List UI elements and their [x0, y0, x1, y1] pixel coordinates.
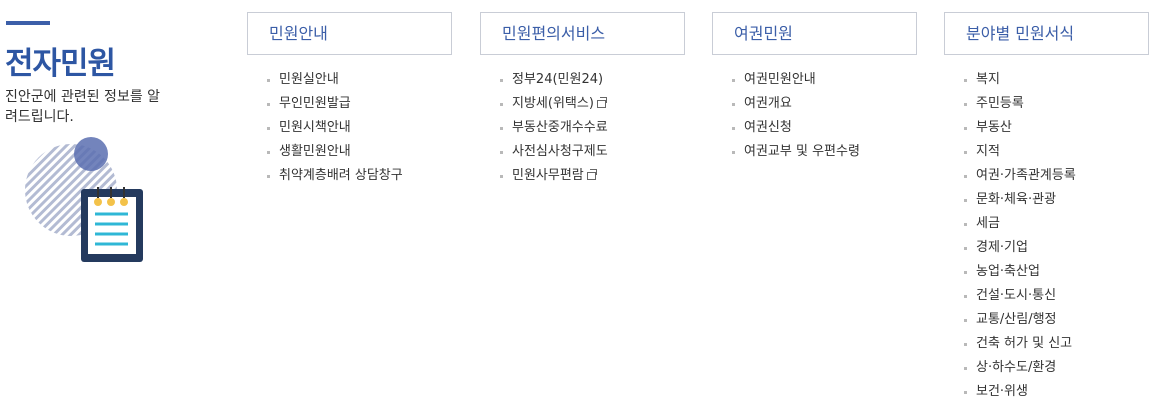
menu-item[interactable]: 복지	[944, 68, 1149, 92]
menu-item[interactable]: 민원시책안내	[247, 116, 452, 140]
menu-item[interactable]: 여권교부 및 우편수령	[712, 140, 917, 164]
page-title: 전자민원	[5, 46, 116, 82]
menu-item[interactable]: 여권민원안내	[712, 68, 917, 92]
menu-item-label: 여권민원안내	[744, 72, 816, 87]
menu-item[interactable]: 여권개요	[712, 92, 917, 116]
menu-item-label: 취약계층배려 상담창구	[279, 168, 403, 183]
menu-item-label: 민원시책안내	[279, 120, 351, 135]
page-description: 진안군에 관련된 정보를 알려드립니다.	[5, 89, 161, 125]
menu-item-label: 부동산중개수수료	[512, 120, 608, 135]
menu-item[interactable]: 부동산	[944, 116, 1149, 140]
menu-item-label: 여권·가족관계등록	[976, 168, 1076, 183]
menu-item[interactable]: 지적	[944, 140, 1149, 164]
menu-item[interactable]: 부동산중개수수료	[480, 116, 685, 140]
menu-item-label: 지적	[976, 144, 1000, 159]
menu-item[interactable]: 주민등록	[944, 92, 1149, 116]
menu-column: 민원편의서비스정부24(민원24) 지방세(위택스) 부동산중개수수료사전심사청구제…	[480, 12, 685, 188]
menu-list: 복지주민등록부동산지적여권·가족관계등록문화·체육·관광세금경제·기업농업·축산…	[944, 68, 1149, 404]
menu-item[interactable]: 건설·도시·통신	[944, 284, 1149, 308]
menu-list: 여권민원안내여권개요여권신청여권교부 및 우편수령	[712, 68, 917, 164]
menu-column: 여권민원여권민원안내여권개요여권신청여권교부 및 우편수령	[712, 12, 917, 164]
menu-item[interactable]: 세금	[944, 212, 1149, 236]
column-heading-link[interactable]: 민원안내	[247, 12, 452, 55]
menu-item[interactable]: 민원사무편람	[480, 164, 685, 188]
menu-item-label: 사전심사청구제도	[512, 144, 608, 159]
menu-item-label: 부동산	[976, 120, 1012, 135]
title-accent-bar	[6, 21, 50, 25]
menu-item-label: 민원실안내	[279, 72, 339, 87]
menu-column: 분야별 민원서식복지주민등록부동산지적여권·가족관계등록문화·체육·관광세금경제…	[944, 12, 1149, 404]
menu-list: 민원실안내무인민원발급민원시책안내생활민원안내취약계층배려 상담창구	[247, 68, 452, 188]
new-window-icon	[586, 169, 597, 180]
column-heading-link[interactable]: 여권민원	[712, 12, 917, 55]
menu-item[interactable]: 사전심사청구제도	[480, 140, 685, 164]
new-window-icon	[596, 97, 607, 108]
menu-item-label: 경제·기업	[976, 240, 1028, 255]
menu-column: 민원안내민원실안내무인민원발급민원시책안내생활민원안내취약계층배려 상담창구	[247, 12, 452, 188]
menu-item[interactable]: 문화·체육·관광	[944, 188, 1149, 212]
menu-item-label: 교통/산림/행정	[976, 312, 1057, 327]
column-heading-link[interactable]: 분야별 민원서식	[944, 12, 1149, 55]
menu-item-label: 문화·체육·관광	[976, 192, 1057, 207]
menu-item-label: 세금	[976, 216, 1000, 231]
notepad-icon	[25, 137, 143, 262]
menu-item[interactable]: 교통/산림/행정	[944, 308, 1149, 332]
menu-item[interactable]: 여권신청	[712, 116, 917, 140]
menu-item[interactable]: 상·하수도/환경	[944, 356, 1149, 380]
menu-item[interactable]: 무인민원발급	[247, 92, 452, 116]
menu-item[interactable]: 취약계층배려 상담창구	[247, 164, 452, 188]
menu-item-label: 복지	[976, 72, 1000, 87]
menu-item-label: 지방세(위택스)	[512, 96, 594, 111]
menu-item-label: 무인민원발급	[279, 96, 351, 111]
menu-item[interactable]: 보건·위생	[944, 380, 1149, 404]
menu-item[interactable]: 건축 허가 및 신고	[944, 332, 1149, 356]
menu-item[interactable]: 농업·축산업	[944, 260, 1149, 284]
menu-item-label: 건설·도시·통신	[976, 288, 1057, 303]
menu-item-label: 생활민원안내	[279, 144, 351, 159]
menu-item-label: 주민등록	[976, 96, 1024, 111]
menu-item-label: 상·하수도/환경	[976, 360, 1057, 375]
menu-item-label: 여권신청	[744, 120, 792, 135]
menu-item[interactable]: 여권·가족관계등록	[944, 164, 1149, 188]
menu-item-label: 보건·위생	[976, 384, 1028, 399]
column-heading-link[interactable]: 민원편의서비스	[480, 12, 685, 55]
menu-item-label: 농업·축산업	[976, 264, 1040, 279]
menu-item-label: 여권교부 및 우편수령	[744, 144, 860, 159]
menu-item-label: 건축 허가 및 신고	[976, 336, 1073, 351]
menu-item[interactable]: 경제·기업	[944, 236, 1149, 260]
menu-item[interactable]: 생활민원안내	[247, 140, 452, 164]
menu-list: 정부24(민원24) 지방세(위택스) 부동산중개수수료사전심사청구제도민원사무편람	[480, 68, 685, 188]
menu-item[interactable]: 지방세(위택스)	[480, 92, 685, 116]
menu-item[interactable]: 민원실안내	[247, 68, 452, 92]
menu-item-label: 여권개요	[744, 96, 792, 111]
menu-item-label: 민원사무편람	[512, 168, 584, 183]
menu-item-label: 정부24(민원24)	[512, 72, 604, 87]
menu-item[interactable]: 정부24(민원24)	[480, 68, 685, 92]
